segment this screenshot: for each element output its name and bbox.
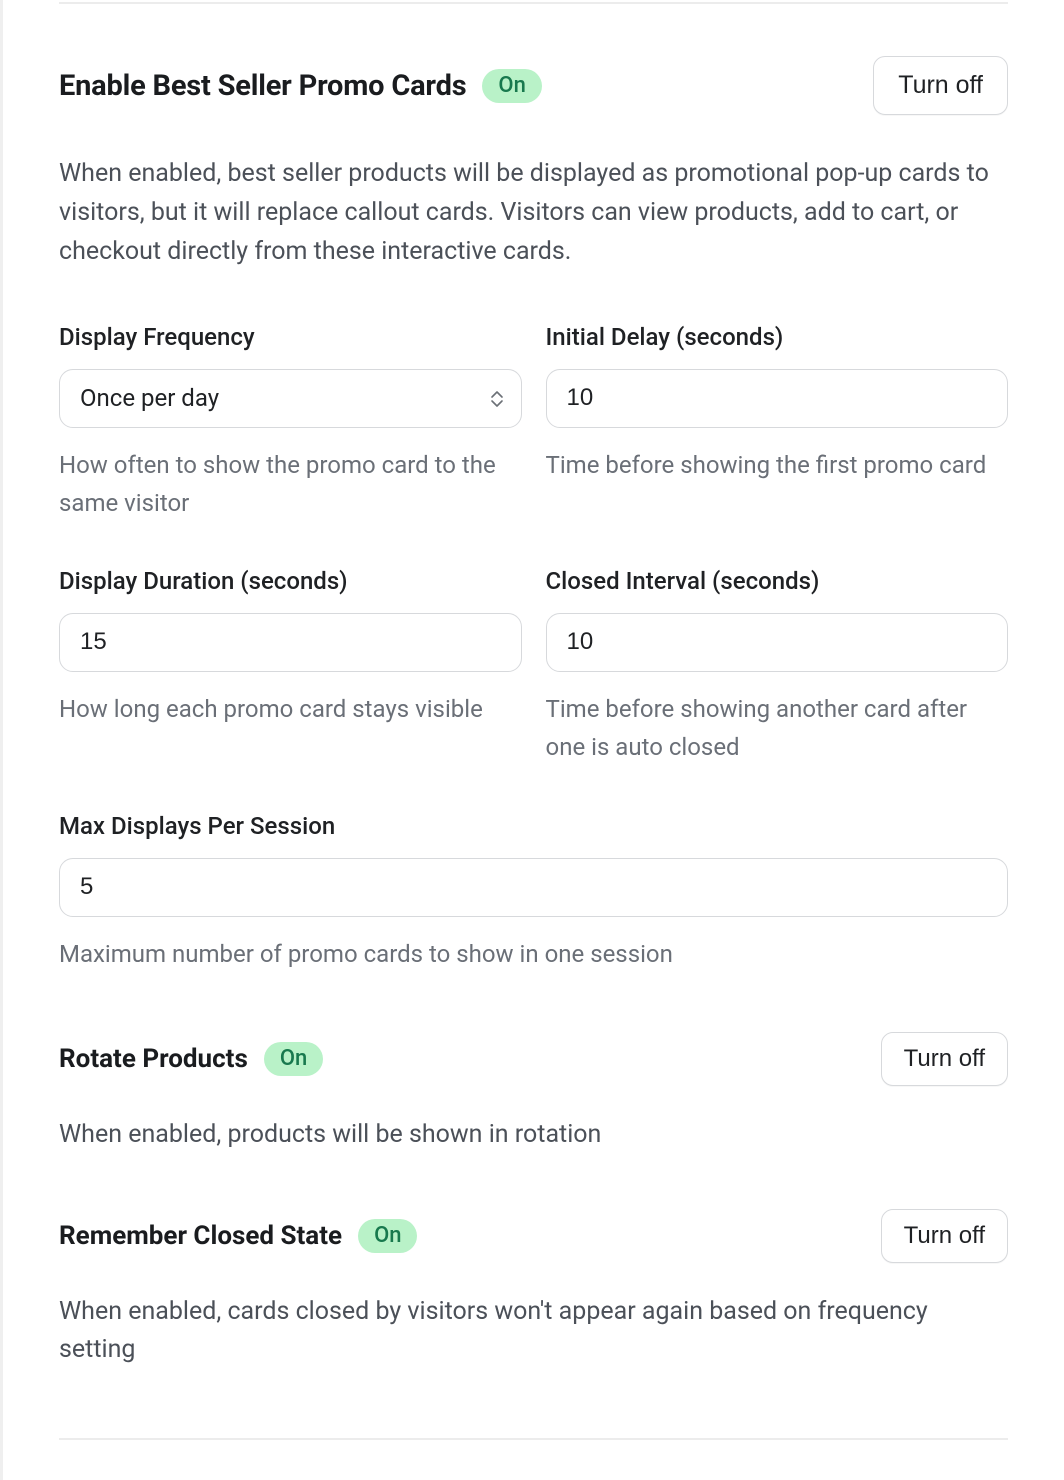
remember-description: When enabled, cards closed by visitors w… [59,1293,1008,1368]
remember-toggle-button[interactable]: Turn off [881,1209,1008,1263]
display-duration-input[interactable] [59,613,522,672]
closed-interval-field: Closed Interval (seconds) Time before sh… [546,567,1009,767]
display-duration-help: How long each promo card stays visible [59,690,522,728]
display-duration-label: Display Duration (seconds) [59,567,522,595]
display-frequency-label: Display Frequency [59,323,522,351]
closed-interval-label: Closed Interval (seconds) [546,567,1009,595]
display-frequency-field: Display Frequency Once per day How often… [59,323,522,523]
initial-delay-input[interactable] [546,369,1009,428]
max-displays-help: Maximum number of promo cards to show in… [59,935,1008,973]
promo-toggle-button[interactable]: Turn off [873,56,1008,115]
divider-bottom [59,1438,1008,1440]
max-displays-field: Max Displays Per Session Maximum number … [59,812,1008,973]
display-duration-field: Display Duration (seconds) How long each… [59,567,522,767]
promo-description: When enabled, best seller products will … [59,155,1008,271]
divider-top [59,2,1008,4]
rotate-header: Rotate Products On Turn off [59,1032,1008,1086]
closed-interval-input[interactable] [546,613,1009,672]
max-displays-label: Max Displays Per Session [59,812,1008,840]
remember-status-badge: On [358,1219,417,1253]
initial-delay-help: Time before showing the first promo card [546,446,1009,484]
display-frequency-help: How often to show the promo card to the … [59,446,522,523]
display-frequency-select[interactable]: Once per day [59,369,522,428]
remember-title: Remember Closed State [59,1221,342,1251]
max-displays-input[interactable] [59,858,1008,917]
initial-delay-label: Initial Delay (seconds) [546,323,1009,351]
initial-delay-field: Initial Delay (seconds) Time before show… [546,323,1009,523]
rotate-toggle-button[interactable]: Turn off [881,1032,1008,1086]
rotate-title: Rotate Products [59,1044,248,1074]
promo-header: Enable Best Seller Promo Cards On Turn o… [59,56,1008,115]
rotate-description: When enabled, products will be shown in … [59,1116,1008,1154]
remember-header: Remember Closed State On Turn off [59,1209,1008,1263]
closed-interval-help: Time before showing another card after o… [546,690,1009,767]
promo-status-badge: On [482,69,541,103]
promo-title: Enable Best Seller Promo Cards [59,69,466,103]
rotate-status-badge: On [264,1042,323,1076]
